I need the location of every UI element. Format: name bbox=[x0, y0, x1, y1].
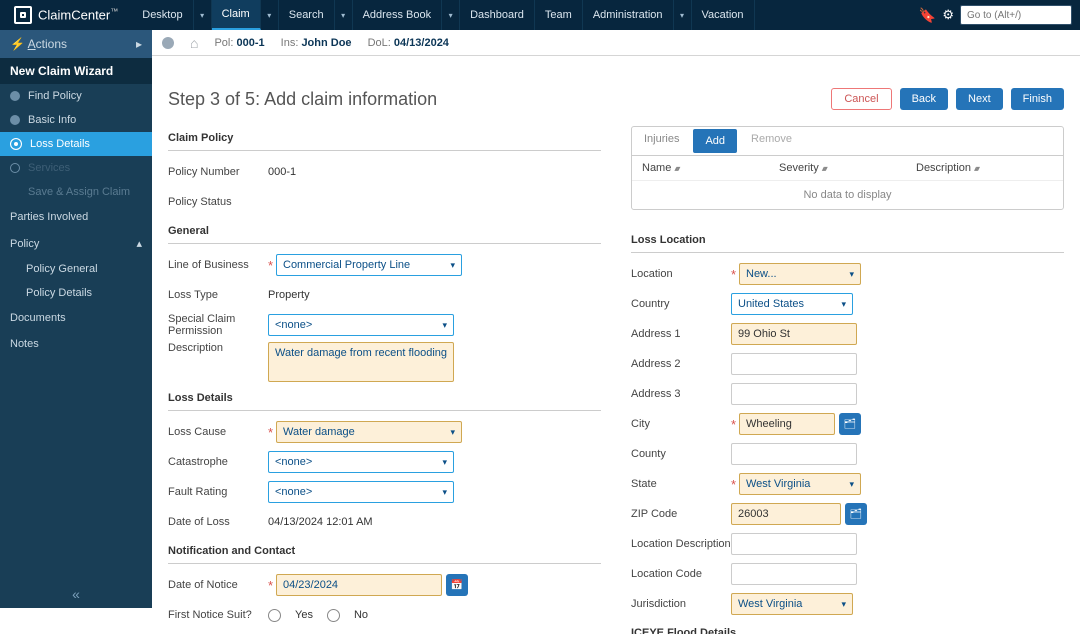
line-of-business-select[interactable]: Commercial Property Line▾ bbox=[276, 254, 462, 276]
chevron-down-icon: ▾ bbox=[450, 260, 455, 271]
sidebar-parties[interactable]: Parties Involved bbox=[0, 204, 152, 230]
loss-type-value: Property bbox=[268, 289, 310, 301]
zip-input[interactable]: 26003 bbox=[731, 503, 841, 525]
loss-cause-select[interactable]: Water damage▾ bbox=[276, 421, 462, 443]
location-description-input[interactable] bbox=[731, 533, 857, 555]
loss-details-header: Loss Details bbox=[168, 386, 601, 411]
sidebar-collapse-icon[interactable]: « bbox=[0, 580, 152, 608]
chevron-down-icon[interactable]: ▾ bbox=[261, 0, 279, 30]
sidebar-policy[interactable]: Policy▴ bbox=[0, 230, 152, 257]
page-title: Step 3 of 5: Add claim information bbox=[168, 89, 437, 110]
notification-header: Notification and Contact bbox=[168, 539, 601, 564]
address2-input[interactable] bbox=[731, 353, 857, 375]
city-input[interactable]: Wheeling bbox=[739, 413, 835, 435]
nav-team[interactable]: Team bbox=[535, 0, 583, 30]
chevron-down-icon: ▾ bbox=[442, 487, 447, 498]
injuries-table: Injuries Add Remove Name▴▾ Severity▴▾ De… bbox=[631, 126, 1064, 210]
chevron-down-icon: ▾ bbox=[849, 479, 854, 490]
wizard-header: New Claim Wizard bbox=[0, 58, 152, 84]
logo-icon bbox=[14, 6, 32, 24]
back-button[interactable]: Back bbox=[900, 88, 948, 110]
chevron-down-icon: ▾ bbox=[442, 457, 447, 468]
chevron-down-icon: ▾ bbox=[450, 427, 455, 438]
chevron-down-icon[interactable]: ▾ bbox=[194, 0, 212, 30]
policy-number-value: 000-1 bbox=[268, 166, 296, 178]
actions-menu[interactable]: ⚡ Actions ▸ bbox=[0, 30, 152, 58]
address3-input[interactable] bbox=[731, 383, 857, 405]
tab-injuries[interactable]: Injuries bbox=[632, 127, 691, 155]
fault-rating-select[interactable]: <none>▾ bbox=[268, 481, 454, 503]
chevron-down-icon[interactable]: ▾ bbox=[335, 0, 353, 30]
jurisdiction-select[interactable]: West Virginia▾ bbox=[731, 593, 853, 615]
cancel-button[interactable]: Cancel bbox=[831, 88, 891, 110]
nav-claim[interactable]: Claim bbox=[212, 0, 261, 30]
location-code-input[interactable] bbox=[731, 563, 857, 585]
loss-location-header: Loss Location bbox=[631, 228, 1064, 253]
col-description[interactable]: Description▴▾ bbox=[916, 162, 1053, 174]
wizard-step-0[interactable]: Find Policy bbox=[0, 84, 152, 108]
sidebar-save-assign: Save & Assign Claim bbox=[0, 180, 152, 204]
chevron-right-icon: ▸ bbox=[136, 37, 142, 51]
remove-button: Remove bbox=[739, 127, 804, 155]
date-of-loss-value: 04/13/2024 12:01 AM bbox=[268, 516, 373, 528]
nav-search[interactable]: Search bbox=[279, 0, 335, 30]
iceye-header: ICEYE Flood Details bbox=[631, 621, 1064, 634]
sidebar-notes[interactable]: Notes bbox=[0, 331, 152, 357]
table-empty-message: No data to display bbox=[632, 181, 1063, 209]
location-select[interactable]: New...▾ bbox=[739, 263, 861, 285]
finish-button[interactable]: Finish bbox=[1011, 88, 1064, 110]
app-logo: ClaimCenter™ bbox=[0, 6, 132, 24]
chevron-up-icon: ▴ bbox=[136, 237, 142, 250]
date-of-notice-input[interactable]: 04/23/2024 bbox=[276, 574, 442, 596]
wizard-step-2[interactable]: Loss Details bbox=[0, 132, 152, 156]
chevron-down-icon: ▾ bbox=[841, 299, 846, 310]
add-button[interactable]: Add bbox=[693, 129, 737, 153]
nav-dashboard[interactable]: Dashboard bbox=[460, 0, 535, 30]
calendar-icon[interactable]: 📅 bbox=[446, 574, 468, 596]
chevron-down-icon[interactable]: ▾ bbox=[674, 0, 692, 30]
zip-lookup-icon[interactable]: 🗂 bbox=[845, 503, 867, 525]
chevron-down-icon: ▾ bbox=[849, 269, 854, 280]
col-name[interactable]: Name▴▾ bbox=[642, 162, 779, 174]
gear-icon[interactable]: ⚙ bbox=[942, 7, 954, 23]
country-select[interactable]: United States▾ bbox=[731, 293, 853, 315]
description-textarea[interactable]: Water damage from recent flooding bbox=[268, 342, 454, 382]
address1-input[interactable]: 99 Ohio St bbox=[731, 323, 857, 345]
nav-vacation[interactable]: Vacation bbox=[692, 0, 755, 30]
col-severity[interactable]: Severity▴▾ bbox=[779, 162, 916, 174]
state-select[interactable]: West Virginia▾ bbox=[739, 473, 861, 495]
house-icon: ⌂ bbox=[190, 35, 198, 51]
sidebar-policy-details[interactable]: Policy Details bbox=[0, 281, 152, 305]
chevron-down-icon: ▾ bbox=[442, 320, 447, 331]
wizard-step-1[interactable]: Basic Info bbox=[0, 108, 152, 132]
county-input[interactable] bbox=[731, 443, 857, 465]
nav-administration[interactable]: Administration bbox=[583, 0, 674, 30]
next-button[interactable]: Next bbox=[956, 88, 1003, 110]
general-header: General bbox=[168, 219, 601, 244]
nav-address-book[interactable]: Address Book bbox=[353, 0, 442, 30]
status-dot-icon bbox=[162, 37, 174, 49]
nav-desktop[interactable]: Desktop bbox=[132, 0, 193, 30]
address-lookup-icon[interactable]: 🗂 bbox=[839, 413, 861, 435]
claim-policy-header: Claim Policy bbox=[168, 126, 601, 151]
chevron-down-icon[interactable]: ▾ bbox=[442, 0, 460, 30]
global-search-input[interactable] bbox=[960, 5, 1072, 25]
wizard-step-3: Services bbox=[0, 156, 152, 180]
special-claim-permission-select[interactable]: <none>▾ bbox=[268, 314, 454, 336]
catastrophe-select[interactable]: <none>▾ bbox=[268, 451, 454, 473]
actions-label: ctions bbox=[36, 37, 67, 51]
sidebar-documents[interactable]: Documents bbox=[0, 305, 152, 331]
sidebar-policy-general[interactable]: Policy General bbox=[0, 257, 152, 281]
first-notice-suit-no-radio[interactable] bbox=[327, 609, 340, 622]
first-notice-suit-yes-radio[interactable] bbox=[268, 609, 281, 622]
bookmark-icon[interactable]: 🔖 bbox=[919, 7, 936, 24]
